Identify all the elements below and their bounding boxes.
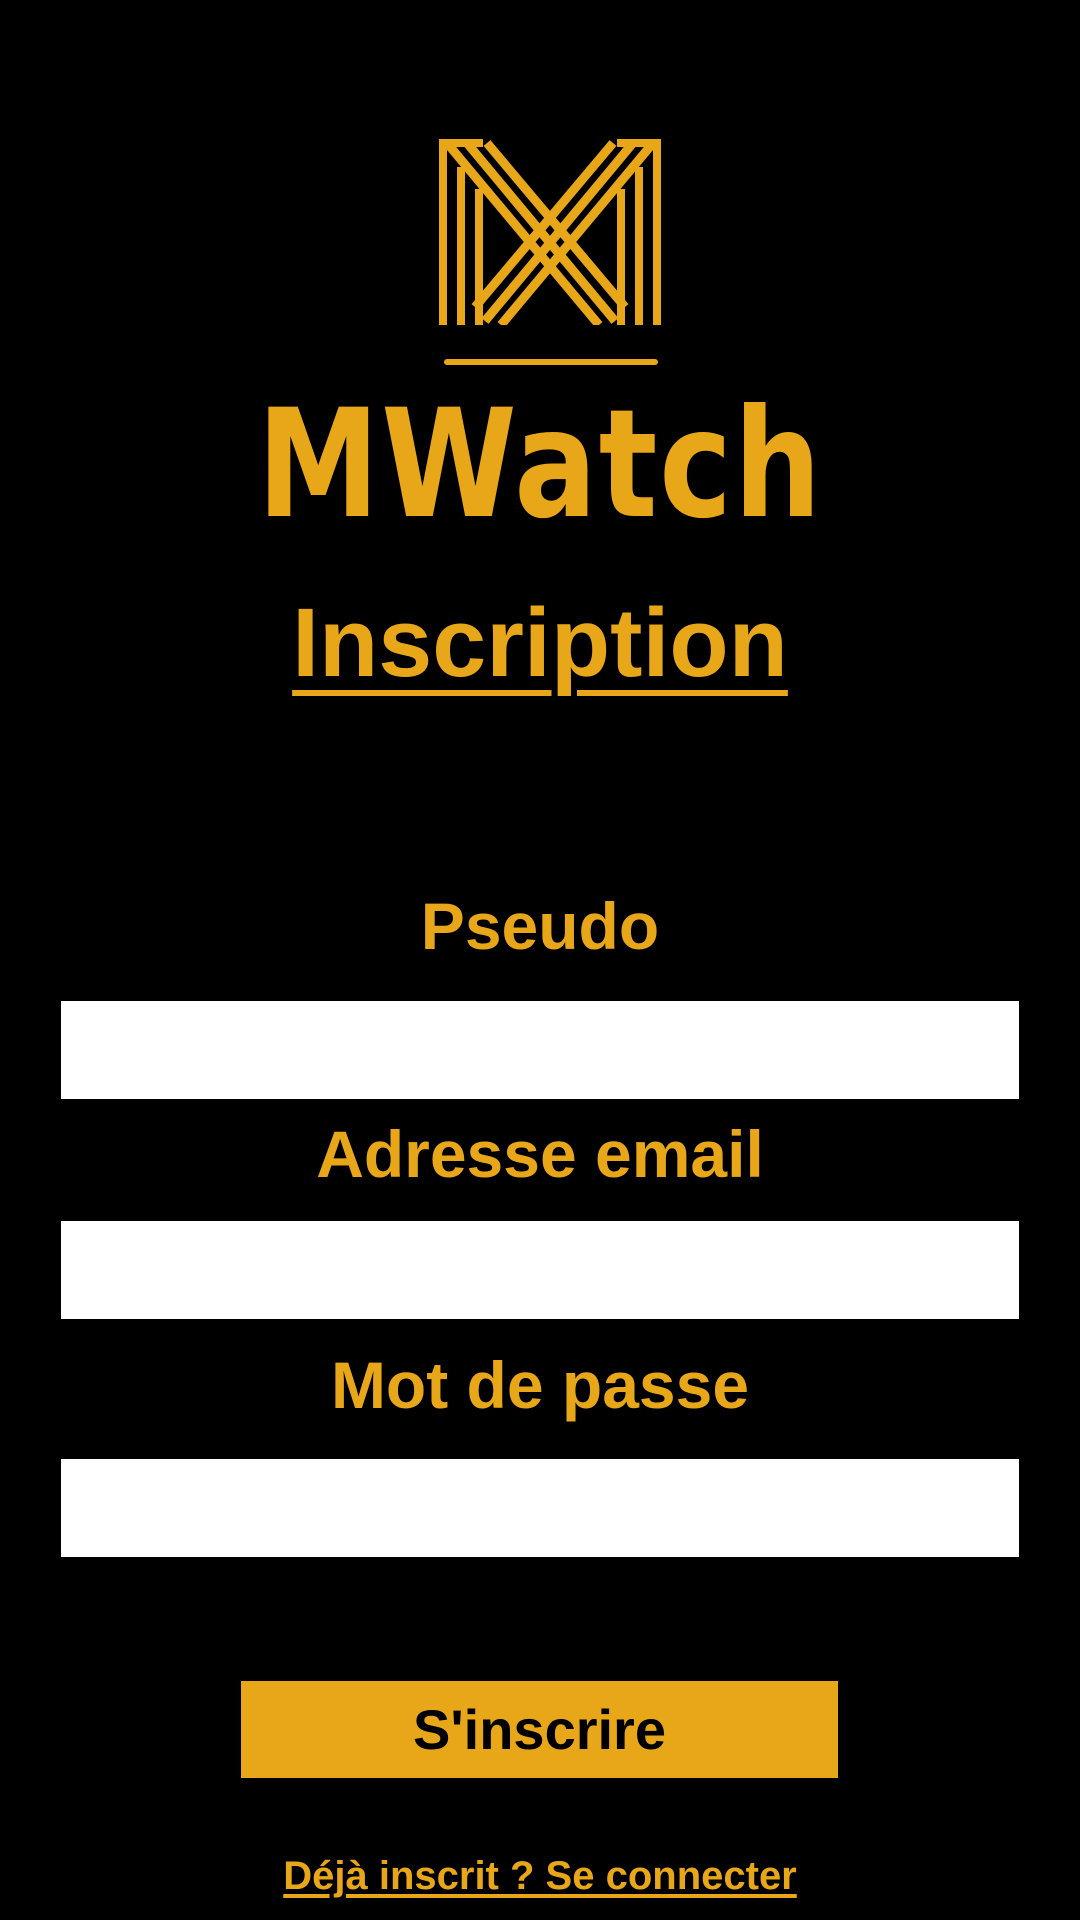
email-label: Adresse email [316, 1117, 764, 1191]
logo-divider [444, 359, 658, 365]
login-link[interactable]: Déjà inscrit ? Se connecter [0, 1850, 1080, 1902]
pseudo-input[interactable] [61, 1001, 1019, 1099]
brand-name: MWatch [257, 378, 823, 552]
email-input[interactable] [61, 1221, 1019, 1319]
mwatch-monogram-icon [439, 139, 661, 325]
page-title: Inscription [0, 588, 1080, 698]
password-input[interactable] [61, 1459, 1019, 1557]
password-label: Mot de passe [330, 1348, 750, 1422]
signup-button[interactable]: S'inscrire [241, 1681, 838, 1778]
pseudo-label: Pseudo [420, 889, 660, 963]
page-title-text: Inscription [292, 588, 788, 697]
